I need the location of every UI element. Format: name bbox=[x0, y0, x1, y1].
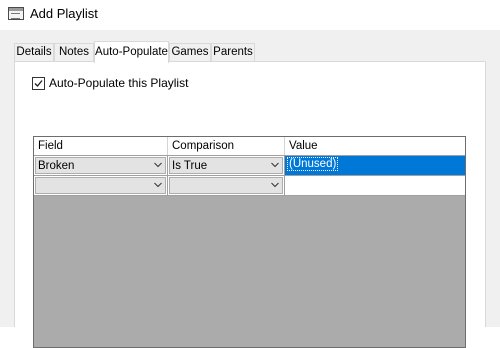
field-dropdown[interactable]: Broken bbox=[35, 157, 166, 174]
chevron-down-icon[interactable] bbox=[151, 178, 165, 193]
chevron-down-icon[interactable] bbox=[268, 158, 282, 173]
table-row[interactable]: Broken Is True (Unused) bbox=[34, 156, 465, 176]
window-icon bbox=[8, 7, 24, 20]
field-cell[interactable]: Broken bbox=[34, 156, 168, 175]
auto-populate-checkbox[interactable] bbox=[32, 77, 45, 90]
title-bar: Add Playlist bbox=[0, 0, 500, 30]
comparison-cell[interactable] bbox=[168, 176, 285, 195]
comparison-cell[interactable]: Is True bbox=[168, 156, 285, 175]
tab-details[interactable]: Details bbox=[14, 43, 54, 61]
rules-grid[interactable]: Field Comparison Value Broken Is True (U… bbox=[33, 136, 466, 348]
column-header-comparison[interactable]: Comparison bbox=[168, 137, 285, 155]
comparison-dropdown[interactable]: Is True bbox=[169, 157, 283, 174]
value-cell[interactable] bbox=[285, 176, 465, 195]
auto-populate-checkbox-label: Auto-Populate this Playlist bbox=[49, 76, 189, 90]
field-dropdown[interactable] bbox=[35, 177, 166, 194]
field-dropdown-value: Broken bbox=[38, 160, 75, 172]
chevron-down-icon[interactable] bbox=[151, 158, 165, 173]
comparison-dropdown-value: Is True bbox=[172, 160, 208, 172]
grid-header: Field Comparison Value bbox=[34, 137, 465, 156]
chevron-down-icon[interactable] bbox=[268, 178, 282, 193]
checkmark-icon bbox=[34, 80, 43, 87]
tab-games[interactable]: Games bbox=[169, 43, 211, 61]
tab-auto-populate[interactable]: Auto-Populate bbox=[94, 41, 169, 63]
column-header-value[interactable]: Value bbox=[285, 137, 465, 155]
column-header-field[interactable]: Field bbox=[34, 137, 168, 155]
value-cell-text: (Unused) bbox=[286, 157, 339, 171]
dialog-body: Details Notes Auto-Populate Games Parent… bbox=[0, 30, 500, 348]
tab-parents[interactable]: Parents bbox=[211, 43, 255, 61]
field-cell[interactable] bbox=[34, 176, 168, 195]
table-row[interactable] bbox=[34, 176, 465, 196]
value-cell[interactable]: (Unused) bbox=[285, 156, 465, 175]
tab-notes[interactable]: Notes bbox=[54, 43, 94, 61]
window-title: Add Playlist bbox=[30, 6, 98, 21]
auto-populate-panel: Auto-Populate this Playlist Field Compar… bbox=[14, 61, 486, 348]
comparison-dropdown[interactable] bbox=[169, 177, 283, 194]
